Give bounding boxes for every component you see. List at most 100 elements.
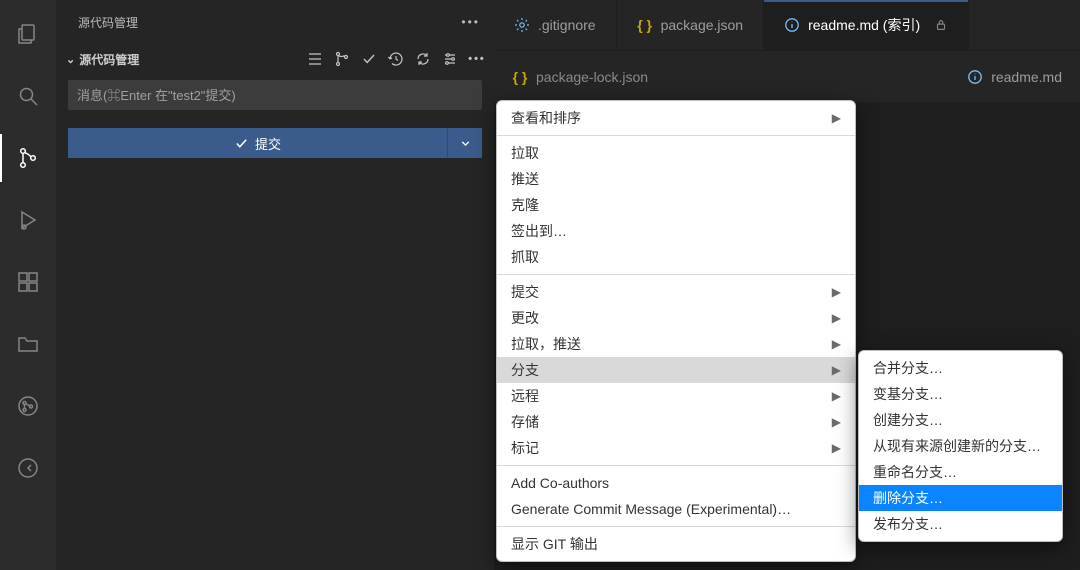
tab-gitignore[interactable]: .gitignore [494,0,617,50]
submenu-item[interactable]: 合并分支… [859,355,1062,381]
sidebar-title: 源代码管理 [78,14,138,31]
lock-icon [934,18,948,32]
submenu-arrow-icon: ▶ [832,363,841,377]
menu-separator [497,274,855,275]
menu-item-label: 查看和排序 [511,108,581,128]
menu-item[interactable]: 拉取，推送▶ [497,331,855,357]
menu-item[interactable]: 推送 [497,166,855,192]
settings-gear-icon [514,17,530,33]
sidebar-header: 源代码管理 ••• [56,0,494,44]
submenu-item-label: 发布分支… [873,514,943,534]
menu-item[interactable]: 分支 ▶ [497,357,855,383]
menu-item[interactable]: 标记 ▶ [497,435,855,461]
activity-remote[interactable] [4,444,52,492]
menu-item[interactable]: 签出到… [497,218,855,244]
menu-item[interactable]: Add Co-authors [497,470,855,496]
activity-git-graph[interactable] [4,382,52,430]
activity-run[interactable] [4,196,52,244]
menu-item[interactable]: 存储 ▶ [497,409,855,435]
menu-item-label: 推送 [511,169,539,189]
submenu-item[interactable]: 创建分支… [859,407,1062,433]
submenu-arrow-icon: ▶ [832,285,841,299]
menu-item[interactable]: 查看和排序▶ [497,105,855,131]
tab-label: readme.md (索引) [808,15,920,35]
menu-item[interactable]: 提交▶ [497,279,855,305]
run-debug-icon [16,208,40,232]
commit-dropdown-button[interactable] [448,128,482,158]
menu-item-label: 标记 [511,438,539,458]
submenu-item[interactable]: 重命名分支… [859,459,1062,485]
tab-label: .gitignore [538,17,596,33]
tab-label: package-lock.json [536,69,648,85]
scm-context-menu: 查看和排序▶拉取推送克隆签出到…抓取提交▶更改▶拉取，推送▶分支▶远程▶存储▶标… [496,100,856,562]
submenu-arrow-icon: ▶ [832,337,841,351]
folder-icon [16,332,40,356]
menu-item[interactable]: 克隆 [497,192,855,218]
submenu-item-label: 变基分支… [873,384,943,404]
chevron-down-icon [459,137,472,150]
scm-section-label: 源代码管理 [79,51,139,68]
files-icon [16,22,40,46]
menu-item-label: 抓取 [511,247,539,267]
submenu-arrow-icon: ▶ [832,415,841,429]
branch-button[interactable] [333,50,351,68]
submenu-item[interactable]: 变基分支… [859,381,1062,407]
menu-item-label: 分支 [511,360,539,380]
submenu-item-label: 合并分支… [873,358,943,378]
editor-tabs-row1: .gitignore { } package.json readme.md (索… [494,0,1080,50]
info-icon [967,69,983,85]
scm-icon [16,146,40,170]
submenu-item[interactable]: 从现有来源创建新的分支… [859,433,1062,459]
submenu-item-label: 创建分支… [873,410,943,430]
settings-sliders-button[interactable] [441,50,459,68]
branch-submenu: 合并分支… 变基分支… 创建分支… 从现有来源创建新的分支… 重命名分支… 删除分支… 发布… [858,350,1063,542]
activity-scm[interactable] [4,134,52,182]
refresh-button[interactable] [414,50,432,68]
menu-item-label: 更改 [511,308,539,328]
menu-item-label: 签出到… [511,221,567,241]
scm-sidebar: 源代码管理 ••• ⌄ 源代码管理 ••• 提交 [56,0,494,570]
activity-explorer[interactable] [4,10,52,58]
sidebar-more-button[interactable]: ••• [461,15,480,29]
search-icon [16,84,40,108]
menu-item-label: 克隆 [511,195,539,215]
commit-check-button[interactable] [360,50,378,68]
menu-item[interactable]: 拉取 [497,140,855,166]
submenu-item-label: 重命名分支… [873,462,957,482]
tab-label: readme.md [991,69,1062,85]
submenu-arrow-icon: ▶ [832,441,841,455]
menu-separator [497,135,855,136]
tab-label: package.json [661,17,744,33]
menu-item[interactable]: 显示 GIT 输出 [497,531,855,557]
info-icon [784,17,800,33]
tab-package-lock[interactable]: { } package-lock.json [494,51,666,102]
menu-item-label: Generate Commit Message (Experimental)… [511,501,791,517]
view-tree-button[interactable] [306,50,324,68]
menu-item-label: 显示 GIT 输出 [511,534,598,554]
menu-separator [497,465,855,466]
scm-section-header[interactable]: ⌄ 源代码管理 ••• [56,44,494,74]
check-icon [234,136,249,151]
menu-item-label: 远程 [511,386,539,406]
menu-item[interactable]: 远程▶ [497,383,855,409]
history-button[interactable] [387,50,405,68]
submenu-item[interactable]: 发布分支… [859,511,1062,537]
tab-package-json[interactable]: { } package.json [617,0,765,50]
tab-readme-index[interactable]: readme.md (索引) [764,0,969,50]
menu-item[interactable]: Generate Commit Message (Experimental)… [497,496,855,522]
scm-more-button[interactable]: ••• [468,50,486,68]
activity-search[interactable] [4,72,52,120]
git-graph-icon [16,394,40,418]
tab-readme[interactable]: readme.md [939,51,1080,102]
extensions-icon [16,270,40,294]
submenu-item-label: 删除分支… [873,488,943,508]
commit-button[interactable]: 提交 [68,128,448,158]
submenu-item[interactable]: 删除分支… [859,485,1062,511]
menu-item[interactable]: 抓取 [497,244,855,270]
menu-item[interactable]: 更改▶ [497,305,855,331]
remote-icon [16,456,40,480]
activity-extensions[interactable] [4,258,52,306]
commit-message-input[interactable] [68,80,482,110]
activity-folder[interactable] [4,320,52,368]
menu-item-label: 存储 [511,412,539,432]
